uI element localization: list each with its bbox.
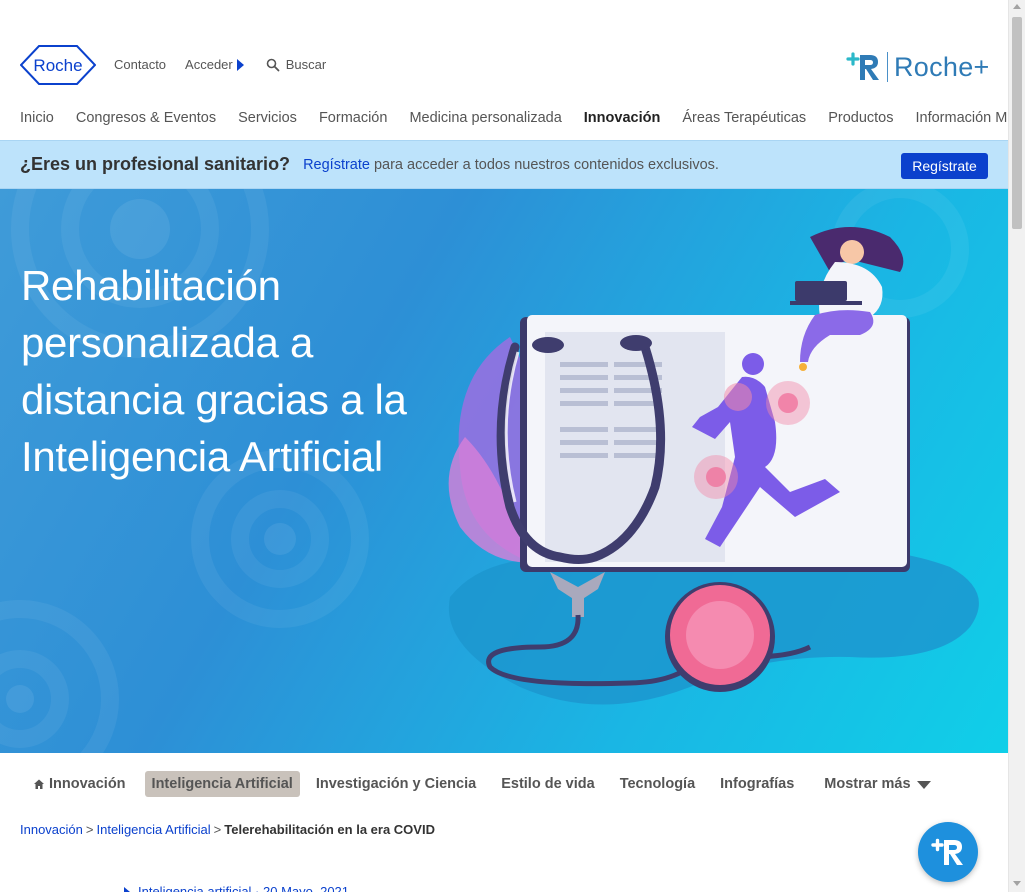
- search-label: Buscar: [285, 57, 327, 72]
- roche-logo[interactable]: Roche: [20, 45, 96, 85]
- breadcrumb-inteligencia-artificial[interactable]: Inteligencia Artificial: [96, 822, 210, 837]
- article-meta-text: Inteligencia artificial · 20 Mayo, 2021: [138, 884, 350, 892]
- sub-nav-investigacion-ciencia[interactable]: Investigación y Ciencia: [316, 776, 476, 792]
- breadcrumb: Innovación > Inteligencia Artificial > T…: [20, 822, 435, 837]
- home-icon: [34, 779, 44, 789]
- sub-nav-inteligencia-artificial[interactable]: Inteligencia Artificial: [144, 771, 300, 797]
- main-nav: Inicio Congresos & Eventos Servicios For…: [20, 110, 1008, 126]
- register-link[interactable]: Regístrate: [303, 157, 370, 173]
- caret-right-icon: [236, 58, 244, 71]
- nav-item-innovacion[interactable]: Innovación: [584, 110, 661, 126]
- hero-title: Rehabilitación personalizada a distancia…: [21, 262, 407, 480]
- register-button[interactable]: Regístrate: [901, 153, 988, 179]
- nav-item-formacion[interactable]: Formación: [319, 110, 388, 126]
- rehabilitation-illustration: [448, 227, 979, 705]
- brand-divider: [887, 52, 888, 82]
- login-label: Acceder: [185, 57, 233, 72]
- search-icon: [266, 58, 280, 71]
- sub-nav-home-label: Innovación: [49, 776, 126, 792]
- top-links: Contacto Acceder Buscar: [114, 57, 326, 72]
- nav-item-productos[interactable]: Productos: [828, 110, 893, 126]
- scroll-down-arrow-icon[interactable]: [1013, 881, 1021, 886]
- sub-nav-estilo-de-vida[interactable]: Estilo de vida: [501, 776, 594, 792]
- sub-nav-infografias[interactable]: Infografías: [720, 776, 794, 792]
- breadcrumb-current: Telerehabilitación en la era COVID: [224, 822, 435, 837]
- sub-nav-home[interactable]: Innovación: [33, 776, 126, 792]
- hero-banner: Rehabilitación personalizada a distancia…: [0, 189, 1008, 753]
- login-link[interactable]: Acceder: [185, 57, 244, 72]
- breadcrumb-innovacion[interactable]: Innovación: [20, 822, 83, 837]
- search-button[interactable]: Buscar: [266, 57, 326, 72]
- roche-plus-brand[interactable]: Roche+: [846, 47, 990, 87]
- caret-right-icon: [124, 886, 130, 892]
- nav-item-areas-terapeuticas[interactable]: Áreas Terapéuticas: [682, 110, 806, 126]
- roche-plus-mark-icon: [846, 52, 879, 80]
- banner-text: para acceder a todos nuestros contenidos…: [373, 156, 719, 173]
- page-scrollbar[interactable]: [1008, 0, 1025, 892]
- show-more-button[interactable]: Mostrar más: [824, 776, 931, 792]
- breadcrumb-separator: >: [213, 822, 222, 837]
- show-more-label: Mostrar más: [824, 776, 911, 792]
- nav-item-servicios[interactable]: Servicios: [238, 110, 297, 126]
- sub-nav-tecnologia[interactable]: Tecnología: [620, 776, 695, 792]
- professional-banner: ¿Eres un profesional sanitario? Regístra…: [0, 140, 1008, 189]
- roche-plus-chat-button[interactable]: [918, 822, 978, 882]
- nav-item-congresos-eventos[interactable]: Congresos & Eventos: [76, 110, 216, 126]
- article-meta[interactable]: Inteligencia artificial · 20 Mayo, 2021: [124, 884, 349, 892]
- contact-label: Contacto: [114, 57, 167, 72]
- contact-link[interactable]: Contacto: [114, 57, 166, 72]
- nav-item-inicio[interactable]: Inicio: [20, 110, 54, 126]
- section-sub-nav: Innovación Inteligencia Artificial Inves…: [33, 771, 956, 797]
- nav-item-informacion-medica[interactable]: Información Médica: [915, 110, 1008, 126]
- professional-question: ¿Eres un profesional sanitario?: [20, 154, 291, 174]
- scroll-thumb[interactable]: [1012, 17, 1022, 229]
- nav-item-medicina-personalizada[interactable]: Medicina personalizada: [409, 110, 561, 126]
- roche-logo-text: Roche: [33, 56, 82, 75]
- breadcrumb-separator: >: [85, 822, 94, 837]
- chevron-down-icon: [916, 781, 931, 789]
- page: Roche Contacto Acceder Buscar Roche+ Ini…: [0, 0, 1008, 892]
- roche-plus-text: Roche+: [894, 51, 990, 82]
- site-header: Roche Contacto Acceder Buscar Roche+ Ini…: [0, 0, 1008, 140]
- roche-plus-chat-icon: [931, 838, 963, 865]
- scroll-up-arrow-icon[interactable]: [1013, 4, 1021, 9]
